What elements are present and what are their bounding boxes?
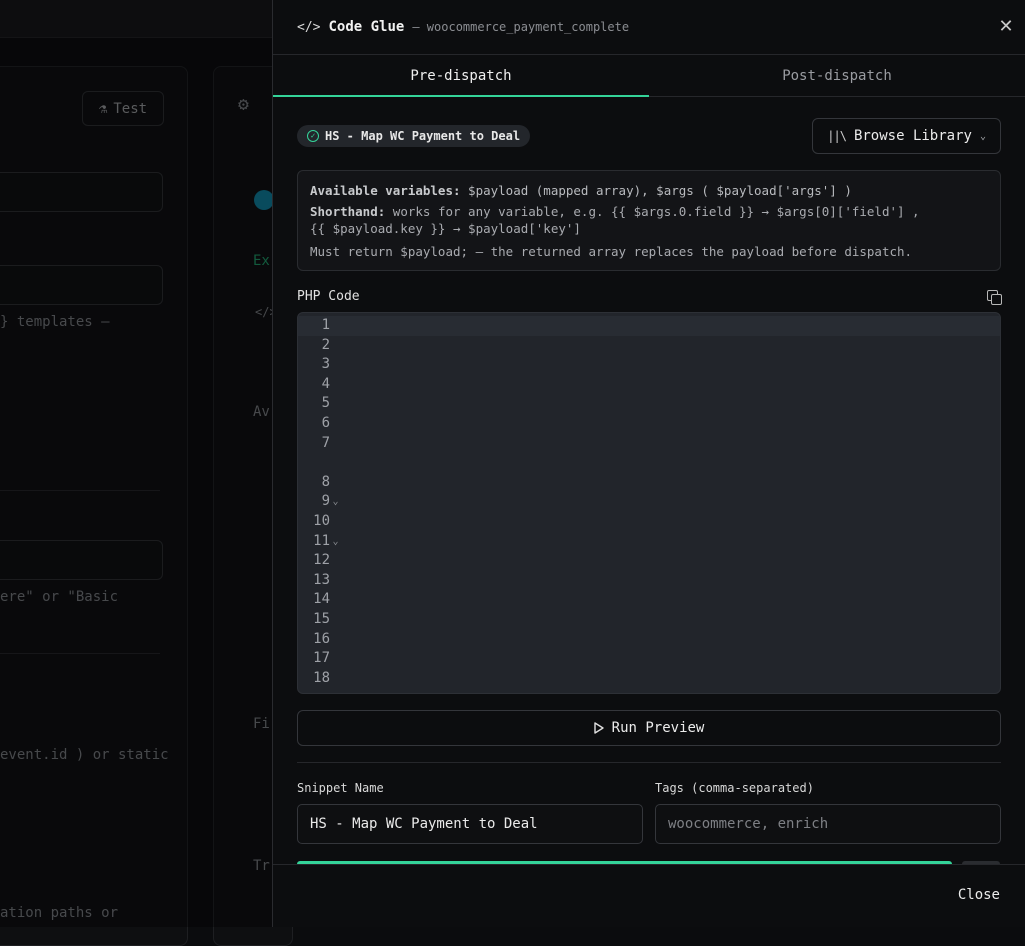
code-line: 18 <box>313 669 330 686</box>
code-line: 1 <box>298 316 1000 336</box>
code-line: 4 <box>321 375 330 392</box>
snippet-name-input[interactable] <box>297 804 643 844</box>
code-line: 13 <box>313 571 330 588</box>
code-line: 3 <box>321 356 330 373</box>
tab-pre-dispatch[interactable]: Pre-dispatch <box>273 55 649 97</box>
code-icon: </> <box>297 19 321 35</box>
code-glue-drawer: </> Code Glue — woocommerce_payment_comp… <box>272 0 1025 927</box>
code-line: 16 <box>313 630 330 647</box>
tab-post-dispatch[interactable]: Post-dispatch <box>649 55 1025 96</box>
code-line: 5 <box>321 395 330 412</box>
snippet-badge: ✓ HS - Map WC Payment to Deal <box>297 125 531 147</box>
browse-library-label: Browse Library <box>853 128 972 144</box>
drawer-footer: Close <box>273 864 1025 927</box>
snippet-name-label: Snippet Name <box>297 781 384 795</box>
code-line: 11 ⌄ <box>298 532 1000 552</box>
variables-help: Available variables: $payload (mapped ar… <box>297 170 1001 271</box>
code-line: 8 <box>321 473 330 490</box>
code-line: 7 <box>321 434 330 451</box>
library-icon: ||\ <box>827 129 847 143</box>
tags-label: Tags (comma-separated) <box>655 781 814 795</box>
code-line: 2 <box>321 336 330 353</box>
tags-input[interactable] <box>655 804 1001 844</box>
snippet-badge-label: HS - Map WC Payment to Deal <box>325 129 521 143</box>
code-line: 10 <box>313 512 330 529</box>
close-button[interactable]: Close <box>958 887 1000 903</box>
section-divider <box>297 762 1001 763</box>
drawer-header: </> Code Glue — woocommerce_payment_comp… <box>273 0 1025 55</box>
code-line: 15 <box>313 610 330 627</box>
code-line: 17 <box>313 650 330 667</box>
copy-icon[interactable] <box>987 289 1002 305</box>
php-code-editor[interactable]: 1 2 3 4 5 6 7 8 9 ⌄ 10 11 ⌄ 12 13 14 15 16… <box>297 312 1001 694</box>
fold-chevron-icon[interactable]: ⌄ <box>330 492 341 512</box>
check-circle-icon: ✓ <box>307 130 319 142</box>
browse-library-button[interactable]: ||\ Browse Library ⌄ <box>812 118 1001 154</box>
modal-backdrop[interactable] <box>0 0 272 927</box>
run-preview-label: Run Preview <box>611 720 705 736</box>
code-line: 6 <box>321 414 330 431</box>
code-line: 9 ⌄ <box>298 492 1000 512</box>
chevron-down-icon: ⌄ <box>979 130 986 142</box>
drawer-subtitle: — woocommerce_payment_complete <box>412 20 630 34</box>
code-line: 12 <box>313 552 330 569</box>
dispatch-tabs: Pre-dispatch Post-dispatch <box>273 55 1025 97</box>
php-code-label: PHP Code <box>297 289 360 304</box>
close-icon[interactable]: ✕ <box>997 18 1015 36</box>
code-line: 14 <box>313 591 330 608</box>
fold-chevron-icon[interactable]: ⌄ <box>330 532 341 552</box>
run-preview-button[interactable]: Run Preview <box>297 710 1001 746</box>
drawer-title: Code Glue <box>328 19 405 35</box>
play-icon <box>593 722 604 734</box>
